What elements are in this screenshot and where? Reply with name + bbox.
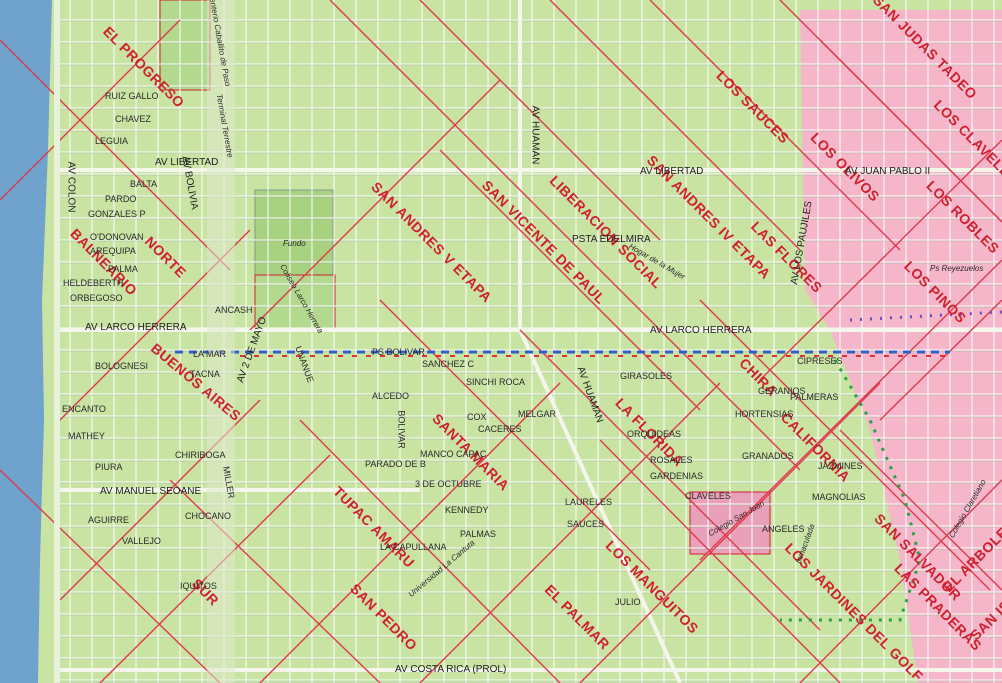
street-label: BOLIVAR (396, 410, 407, 449)
street-label: JULIO (615, 597, 641, 607)
street-label: ROSALES (650, 455, 693, 465)
street-label: CHIRIBOGA (175, 450, 226, 460)
street-label: PALMA (108, 264, 138, 274)
street-label: BALTA (130, 179, 158, 189)
coast-road (54, 0, 60, 683)
street-label: SANCHEZ C (422, 359, 475, 369)
avenue-label-juan-pablo: AV JUAN PABLO II (845, 166, 931, 177)
street-label: BOLOGNESI (95, 361, 149, 371)
street-label: CACERES (478, 424, 522, 434)
street-label: LEGUIA (95, 136, 129, 146)
street-label: SINCHI ROCA (466, 377, 526, 387)
avenue-label-larco-herrera-west: AV LARCO HERRERA (85, 322, 187, 333)
street-label: O'DONOVAN (90, 232, 144, 242)
avenue-label-edelmira: PSTA EDELMIRA (572, 234, 651, 245)
street-label: ANGELES (762, 524, 805, 534)
street-label: CHOCANO (185, 511, 232, 521)
street-label: ENCANTO (62, 404, 106, 414)
street-label: PARDO (105, 194, 137, 204)
street-label: IQUITOS (180, 581, 217, 591)
street-label: 3 DE OCTUBRE (415, 479, 482, 489)
street-label: ORQUIDEAS (627, 429, 682, 439)
street-label: CLAVELES (685, 491, 731, 501)
map-canvas[interactable] (0, 0, 1002, 683)
street-label: JAZMINES (818, 461, 863, 471)
street-label: GARDENIAS (650, 471, 704, 481)
street-label: RUIZ GALLO (105, 91, 159, 101)
avenue-label-huaman: AV HUAMAN (529, 105, 541, 165)
avenue-label-costa-rica: AV COSTA RICA (PROL) (395, 664, 507, 675)
street-label: GIRASOLES (620, 371, 673, 381)
street-label: MATHEY (68, 431, 105, 441)
street-label: TACNA (190, 369, 220, 379)
street-label: GONZALES P (88, 209, 146, 219)
street-label: PARADO DE B (365, 459, 426, 469)
place-label: Fundo (283, 239, 306, 248)
street-label: VALLEJO (122, 536, 161, 546)
street-label: PALMERAS (790, 392, 839, 402)
place-label: Ps Reyezuelos (930, 264, 984, 273)
street-label: HORTENSIAS (735, 409, 794, 419)
street-label: ORBEGOSO (70, 293, 123, 303)
street-label: PS BOLIVAR (372, 347, 425, 357)
street-label: CIPRESES (797, 356, 843, 366)
street-label: LAURELES (565, 497, 613, 507)
avenue-label-manuel-seoane: AV MANUEL SEOANE (100, 486, 202, 497)
street-label: SAUCES (567, 519, 605, 529)
avenue-label-colon: AV COLON (65, 161, 77, 213)
street-label: ALCEDO (372, 391, 410, 401)
street-label: AREQUIPA (90, 246, 136, 256)
street-label: KENNEDY (445, 505, 489, 515)
city-map[interactable]: NORTE BUENOS AIRES SAN ANDRES V ETAPA SA… (0, 0, 1002, 683)
street-label: GRANADOS (742, 451, 794, 461)
street-label: HELDEBERTH (63, 278, 124, 288)
street-label: CHAVEZ (115, 114, 151, 124)
street-label: PIURA (95, 462, 123, 472)
street-label: COX (467, 412, 487, 422)
street-label: AGUIRRE (88, 515, 130, 525)
avenue-label-libertad: AV LIBERTAD (640, 166, 704, 177)
street-label: LA MAR (193, 349, 227, 359)
street-label: MANCO CAPAC (420, 449, 487, 459)
street-label: ANCASH (215, 305, 253, 315)
street-label: MELGAR (518, 409, 557, 419)
avenue-label-larco-herrera: AV LARCO HERRERA (650, 325, 752, 336)
street-label: MAGNOLIAS (812, 492, 866, 502)
street-label: LA CAPULLANA (380, 542, 447, 552)
street-label: PALMAS (460, 529, 496, 539)
